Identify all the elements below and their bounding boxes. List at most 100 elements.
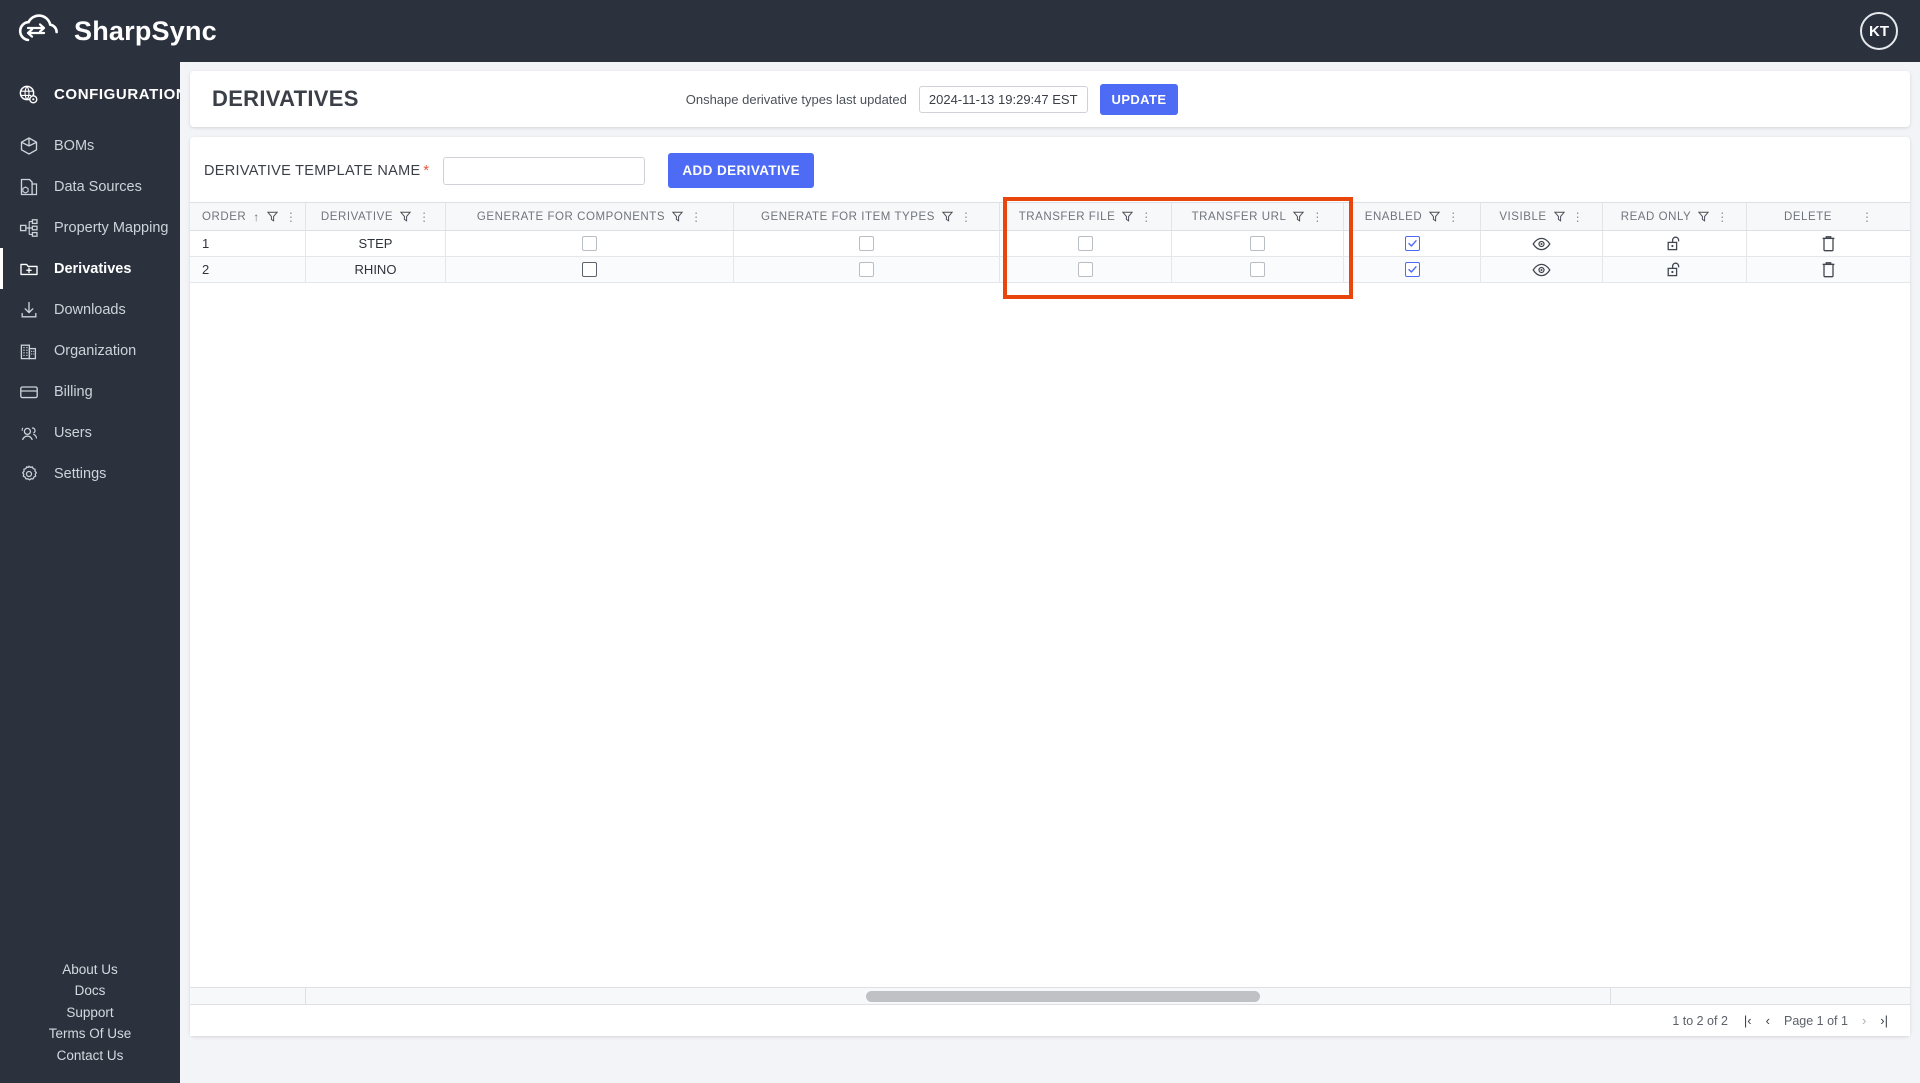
filter-icon[interactable] [1429, 211, 1441, 222]
trash-icon[interactable] [1821, 235, 1836, 252]
sidebar-item-downloads[interactable]: Downloads [0, 289, 180, 330]
last-updated-group: Onshape derivative types last updated 20… [686, 83, 1179, 115]
column-header-order[interactable]: ORDER ↑ ⋮ [190, 203, 306, 230]
generate-for-components-checkbox[interactable] [582, 262, 597, 277]
scrollbar-thumb[interactable] [866, 990, 1260, 1002]
next-page-button[interactable]: › [1862, 1014, 1866, 1027]
column-header-transfer-url[interactable]: TRANSFER URL ⋮ [1172, 203, 1344, 230]
footer-link-support[interactable]: Support [66, 1003, 113, 1023]
cell-delete[interactable] [1747, 257, 1910, 282]
footer-link-terms-of-use[interactable]: Terms Of Use [49, 1024, 132, 1044]
filter-icon[interactable] [1122, 211, 1134, 222]
sidebar-item-boms[interactable]: BOMs [0, 125, 180, 166]
column-menu-icon[interactable]: ⋮ [960, 211, 972, 223]
column-menu-icon[interactable]: ⋮ [1716, 211, 1728, 223]
scrollbar-track[interactable] [306, 988, 1610, 1005]
sort-ascending-icon[interactable]: ↑ [253, 210, 260, 224]
cell-transfer-file[interactable] [1000, 257, 1172, 282]
sidebar-section-label: CONFIGURATION [54, 86, 188, 103]
column-menu-icon[interactable]: ⋮ [1572, 211, 1584, 223]
sidebar-item-billing[interactable]: Billing [0, 371, 180, 412]
cell-enabled[interactable] [1344, 257, 1481, 282]
column-header-generate-for-item-types[interactable]: GENERATE FOR ITEM TYPES ⋮ [734, 203, 1000, 230]
filter-icon[interactable] [1553, 211, 1565, 222]
trash-icon[interactable] [1821, 261, 1836, 278]
unlock-icon[interactable] [1666, 261, 1683, 278]
cell-visible[interactable] [1481, 231, 1603, 256]
column-header-transfer-file[interactable]: TRANSFER FILE ⋮ [1000, 203, 1172, 230]
cell-transfer-url[interactable] [1172, 257, 1344, 282]
transfer-url-checkbox[interactable] [1250, 262, 1265, 277]
transfer-file-checkbox[interactable] [1078, 262, 1093, 277]
cloud-sync-icon [18, 12, 60, 50]
derivative-template-form: DERIVATIVE TEMPLATE NAME * ADD DERIVATIVE [190, 137, 1910, 202]
cell-generate-for-item-types[interactable] [734, 257, 1000, 282]
column-header-delete[interactable]: DELETE ⋮ [1747, 203, 1910, 230]
column-menu-icon[interactable]: ⋮ [1447, 211, 1459, 223]
filter-icon[interactable] [1293, 211, 1305, 222]
eye-icon[interactable] [1532, 263, 1551, 277]
footer-link-contact-us[interactable]: Contact Us [57, 1046, 124, 1066]
generate-for-components-checkbox[interactable] [582, 236, 597, 251]
building-icon [18, 340, 39, 361]
column-menu-icon[interactable]: ⋮ [1861, 211, 1873, 223]
column-header-visible[interactable]: VISIBLE ⋮ [1481, 203, 1603, 230]
enabled-checkbox[interactable] [1404, 236, 1420, 251]
generate-for-item-types-checkbox[interactable] [859, 236, 874, 251]
column-menu-icon[interactable]: ⋮ [285, 211, 297, 223]
sidebar-item-label: Organization [54, 342, 137, 359]
column-header-enabled[interactable]: ENABLED ⋮ [1344, 203, 1481, 230]
column-header-generate-for-components[interactable]: GENERATE FOR COMPONENTS ⋮ [446, 203, 734, 230]
footer-link-docs[interactable]: Docs [75, 981, 106, 1001]
eye-icon[interactable] [1532, 237, 1551, 251]
last-page-button[interactable]: ›| [1880, 1014, 1888, 1027]
horizontal-scrollbar[interactable] [190, 987, 1910, 1005]
filter-icon[interactable] [266, 211, 278, 222]
generate-for-item-types-checkbox[interactable] [859, 262, 874, 277]
sidebar-item-property-mapping[interactable]: Property Mapping [0, 207, 180, 248]
previous-page-button[interactable]: ‹ [1766, 1014, 1770, 1027]
table-row[interactable]: 2 RHINO [190, 257, 1910, 283]
transfer-url-checkbox[interactable] [1250, 236, 1265, 251]
cell-transfer-file[interactable] [1000, 231, 1172, 256]
cell-generate-for-components[interactable] [446, 231, 734, 256]
sidebar-item-data-sources[interactable]: Data Sources [0, 166, 180, 207]
enabled-checkbox[interactable] [1404, 262, 1420, 277]
cell-enabled[interactable] [1344, 231, 1481, 256]
cell-derivative: STEP [306, 231, 446, 256]
table-row[interactable]: 1 STEP [190, 231, 1910, 257]
cell-read-only[interactable] [1603, 257, 1747, 282]
column-label: VISIBLE [1499, 210, 1547, 223]
cell-generate-for-item-types[interactable] [734, 231, 1000, 256]
sidebar-item-users[interactable]: Users [0, 412, 180, 453]
column-menu-icon[interactable]: ⋮ [690, 211, 702, 223]
sidebar-item-organization[interactable]: Organization [0, 330, 180, 371]
derivative-template-name-input[interactable] [443, 156, 646, 185]
sidebar-item-settings[interactable]: Settings [0, 453, 180, 494]
cell-generate-for-components[interactable] [446, 257, 734, 282]
column-menu-icon[interactable]: ⋮ [418, 211, 430, 223]
cell-transfer-url[interactable] [1172, 231, 1344, 256]
filter-icon[interactable] [1698, 211, 1710, 222]
brand[interactable]: SharpSync [0, 12, 217, 50]
unlock-icon[interactable] [1666, 235, 1683, 252]
cell-read-only[interactable] [1603, 231, 1747, 256]
add-derivative-button[interactable]: ADD DERIVATIVE [668, 153, 814, 188]
avatar[interactable]: KT [1860, 12, 1898, 50]
update-button[interactable]: UPDATE [1099, 83, 1179, 115]
first-page-button[interactable]: |‹ [1744, 1014, 1752, 1027]
column-header-read-only[interactable]: READ ONLY ⋮ [1603, 203, 1747, 230]
footer-link-about-us[interactable]: About Us [62, 960, 118, 980]
cell-delete[interactable] [1747, 231, 1910, 256]
sidebar-section-configuration[interactable]: CONFIGURATION [0, 62, 187, 125]
cell-visible[interactable] [1481, 257, 1603, 282]
column-menu-icon[interactable]: ⋮ [1140, 211, 1152, 223]
transfer-file-checkbox[interactable] [1078, 236, 1093, 251]
column-label: DERIVATIVE [320, 210, 394, 223]
filter-icon[interactable] [672, 211, 684, 222]
filter-icon[interactable] [941, 211, 953, 222]
sidebar-item-derivatives[interactable]: Derivatives [0, 248, 180, 289]
filter-icon[interactable] [400, 211, 412, 222]
column-menu-icon[interactable]: ⋮ [1311, 211, 1323, 223]
column-header-derivative[interactable]: DERIVATIVE ⋮ [306, 203, 446, 230]
